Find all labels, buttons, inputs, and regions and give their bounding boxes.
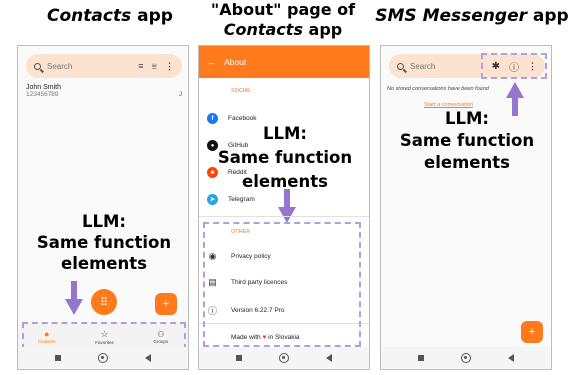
contact-initial: J xyxy=(179,92,182,98)
contacts-phone-screen: Search ≡ ⩸ ⋮ John Smith 123456789 J LLM:… xyxy=(17,45,189,370)
search-placeholder: Search xyxy=(410,61,436,71)
dialpad-fab[interactable]: ⠿ xyxy=(91,289,117,315)
sms-phone-screen: Search ✱ ⓘ ⋮ No stored conversations hav… xyxy=(380,45,552,370)
annotation-box-contacts-tabs xyxy=(22,322,186,350)
filter-icon[interactable]: ⩸ xyxy=(152,61,157,72)
back-arrow-icon[interactable]: ← xyxy=(207,57,216,67)
llm-annotation-about: LLM: Same function elements xyxy=(217,124,353,191)
contact-number: 123456789 xyxy=(26,91,59,98)
recents-icon[interactable] xyxy=(236,355,242,361)
section-divider xyxy=(199,216,369,217)
annotation-arrow-contacts xyxy=(65,281,83,315)
back-icon[interactable] xyxy=(508,354,514,362)
annotation-arrow-about xyxy=(278,189,296,223)
telegram-icon: ➤ xyxy=(207,194,218,205)
about-page-caption: "About" page of Contacts app xyxy=(210,0,356,39)
annotation-box-sms-menu xyxy=(481,53,547,79)
llm-annotation-sms: LLM: Same function elements xyxy=(399,109,535,172)
empty-conversations-message: No stored conversations have been found xyxy=(387,86,489,92)
llm-annotation-contacts: LLM: Same function elements xyxy=(36,212,172,273)
home-icon[interactable] xyxy=(461,353,471,363)
home-icon[interactable] xyxy=(279,353,289,363)
about-title: About xyxy=(224,57,247,67)
recents-icon[interactable] xyxy=(55,355,61,361)
telegram-row[interactable]: ➤ Telegram xyxy=(207,194,255,205)
about-phone-screen: ← About SOCIAL f Facebook ● GitHub ☻ Red… xyxy=(198,45,370,370)
search-placeholder: Search xyxy=(47,61,73,71)
back-icon[interactable] xyxy=(145,354,151,362)
sort-icon[interactable]: ≡ xyxy=(138,61,143,71)
search-icon xyxy=(34,62,41,70)
home-icon[interactable] xyxy=(98,353,108,363)
social-section-header: SOCIAL xyxy=(231,88,252,94)
search-icon xyxy=(397,62,404,70)
system-nav-bar xyxy=(199,347,369,369)
back-icon[interactable] xyxy=(326,354,332,362)
contact-name: John Smith xyxy=(26,84,62,91)
system-nav-bar xyxy=(18,347,188,369)
sms-app-caption: SMS Messenger app xyxy=(375,6,569,26)
annotation-box-about-other xyxy=(203,222,361,347)
about-app-bar: ← About xyxy=(199,46,369,78)
new-conversation-fab[interactable]: + xyxy=(521,321,543,343)
recents-icon[interactable] xyxy=(418,355,424,361)
contact-list-item[interactable]: John Smith 123456789 J xyxy=(26,84,182,106)
system-nav-bar xyxy=(381,347,551,369)
contacts-app-caption: Contacts app xyxy=(47,6,173,26)
add-contact-fab[interactable]: + xyxy=(155,293,177,315)
contacts-search-bar[interactable]: Search ≡ ⩸ ⋮ xyxy=(26,54,182,78)
more-options-icon[interactable]: ⋮ xyxy=(165,61,174,72)
